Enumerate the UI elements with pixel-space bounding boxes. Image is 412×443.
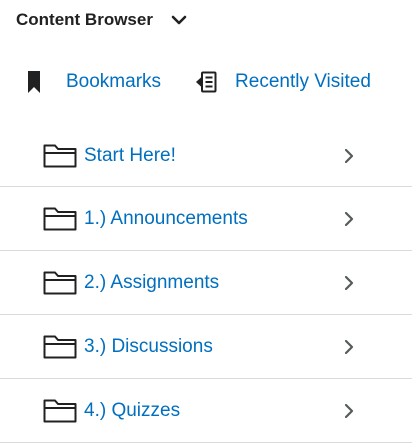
content-browser-title: Content Browser: [16, 10, 153, 29]
module-item-discussions[interactable]: 3.) Discussions: [0, 315, 412, 379]
module-item-quizzes[interactable]: 4.) Quizzes: [0, 379, 412, 443]
folder-icon: [43, 335, 77, 359]
content-browser-header[interactable]: Content Browser: [16, 8, 187, 32]
chevron-right-icon: [343, 339, 355, 355]
recently-visited-label: Recently Visited: [235, 71, 371, 92]
module-label: 1.) Announcements: [84, 208, 248, 229]
chevron-down-icon[interactable]: [171, 12, 187, 28]
chevron-right-icon: [343, 211, 355, 227]
module-label: 2.) Assignments: [84, 272, 220, 293]
module-list: Start Here! 1.) Announcements 2.) Assign…: [0, 124, 412, 443]
chevron-right-icon: [343, 275, 355, 291]
folder-icon: [43, 207, 77, 231]
bookmark-icon: [28, 71, 40, 93]
folder-icon: [43, 144, 77, 168]
shortcut-links: Bookmarks Recently Visited: [28, 68, 371, 96]
module-label: Start Here!: [84, 145, 176, 166]
module-item-start-here[interactable]: Start Here!: [0, 124, 412, 187]
recently-visited-link[interactable]: Recently Visited: [195, 71, 371, 93]
chevron-right-icon: [343, 148, 355, 164]
bookmarks-link[interactable]: Bookmarks: [28, 71, 161, 93]
module-label: 4.) Quizzes: [84, 400, 181, 421]
module-item-announcements[interactable]: 1.) Announcements: [0, 187, 412, 251]
folder-icon: [43, 271, 77, 295]
chevron-right-icon: [343, 403, 355, 419]
module-item-assignments[interactable]: 2.) Assignments: [0, 251, 412, 315]
module-label: 3.) Discussions: [84, 336, 213, 357]
folder-icon: [43, 399, 77, 423]
bookmarks-label: Bookmarks: [66, 71, 162, 92]
recently-visited-icon: [195, 71, 217, 93]
